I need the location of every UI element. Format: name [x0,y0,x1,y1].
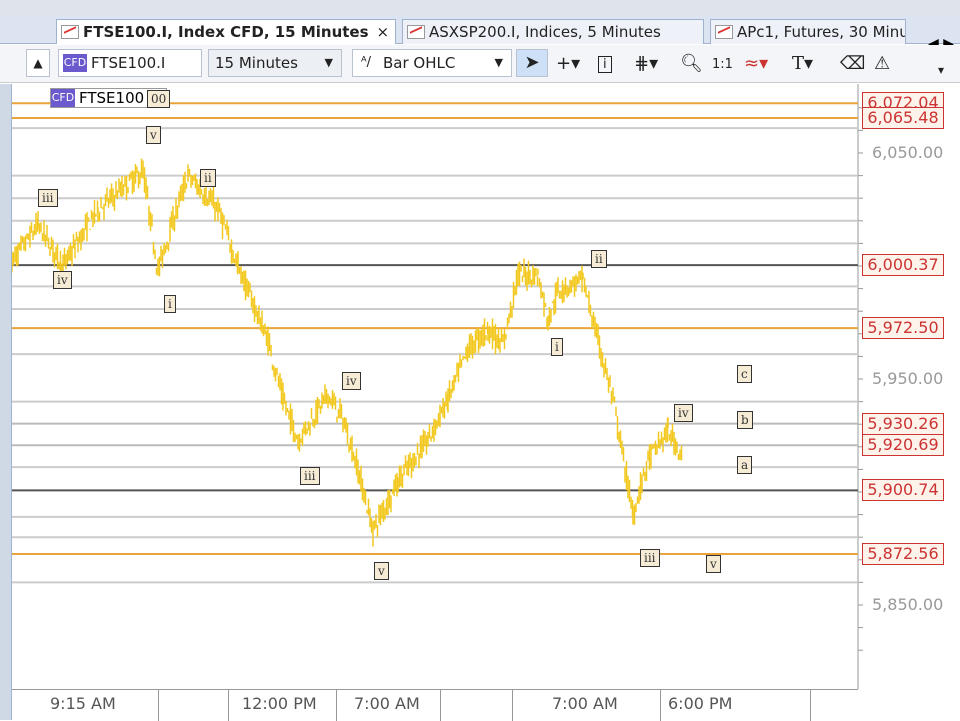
indicator-icon[interactable]: ≈▾ [744,53,768,74]
price-level-label[interactable]: 5,930.26 [862,412,944,435]
price-level-label[interactable]: 6,065.48 [862,107,944,129]
price-level-label[interactable]: 5,872.56 [862,543,944,565]
tab-asxsp200[interactable]: ASXSP200.I, Indices, 5 Minutes [402,19,704,44]
y-tick-label: 6,050.00 [872,143,944,162]
chevron-down-icon: ▼ [494,56,503,69]
cfd-badge: CFD [63,54,87,72]
wave-label[interactable]: i [551,338,563,357]
chart-type-value: Bar OHLC [383,54,456,72]
interval-select[interactable]: 15 Minutes ▼ [208,49,342,77]
text-icon[interactable]: T▾ [792,53,813,74]
chart-toolbar: ▲ CFD FTSE100.I 15 Minutes ▼ ᴬ/Bar OHLC ▼ ➤… [0,45,960,83]
wave-label[interactable]: iv [53,270,72,289]
legend-symbol: FTSE100 [79,89,145,107]
axis-separator [660,690,661,721]
axis-separator [336,690,337,721]
symbol-value: FTSE100.I [91,54,166,72]
bar-chart-icon: ᴬ/ [361,55,371,70]
left-edge-panel [0,84,12,720]
x-tick-label: 6:00 PM [668,694,733,713]
wave-label[interactable]: ii [591,250,607,269]
wave-label[interactable]: c [737,365,752,384]
axis-separator [810,690,811,721]
alert-icon[interactable]: ⚠ [874,53,890,74]
tab-label: APc1, Futures, 30 Minutes [737,23,905,41]
cfd-badge: CFD [51,89,75,107]
zoom-icon[interactable]: 🔍︎ [680,53,703,74]
wave-label[interactable]: i [164,295,176,314]
axis-separator [440,690,441,721]
chart-type-select[interactable]: ᴬ/Bar OHLC ▼ [352,49,512,77]
chevron-down-icon: ▼ [324,56,333,69]
axis-separator [512,690,513,721]
time-axis: 9:15 AM 12:00 PM 7:00 AM 7:00 AM 6:00 PM [12,689,858,721]
eraser-icon[interactable]: ⌫ [840,53,865,74]
collapse-icon[interactable]: ▲ [26,49,50,77]
wave-label[interactable]: iii [38,189,58,208]
tab-label: FTSE100.I, Index CFD, 15 Minutes [83,23,369,41]
crosshair-icon[interactable]: +▾ [556,53,580,74]
tab-ftse100[interactable]: FTSE100.I, Index CFD, 15 Minutes × [56,19,396,44]
wave-label[interactable]: v [146,125,161,144]
one-to-one-icon[interactable]: 1:1 [712,57,733,72]
price-level-label[interactable]: 6,000.37 [862,254,944,277]
wave-label[interactable]: a [737,455,753,474]
wave-label[interactable]: ii [200,168,216,187]
grid-icon[interactable]: ⋕▾ [634,53,658,74]
x-tick-label: 7:00 AM [354,694,420,713]
x-tick-label: 12:00 PM [242,694,317,713]
x-tick-label: 7:00 AM [552,694,618,713]
close-icon[interactable]: × [377,23,390,41]
price-level-label[interactable]: 5,900.74 [862,479,944,502]
chart-tabs: FTSE100.I, Index CFD, 15 Minutes × ASXSP2… [0,16,960,52]
axis-separator [158,690,159,721]
wave-label[interactable]: v [706,555,721,574]
y-tick-label: 5,850.00 [872,595,944,614]
axis-separator [228,690,229,721]
wave-label[interactable]: iv [342,372,361,391]
chart-icon [715,25,733,39]
wave-label[interactable]: iii [640,548,660,567]
chart-icon [407,25,425,39]
wave-label[interactable]: 00 [147,89,171,108]
x-tick-label: 9:15 AM [50,694,116,713]
wave-label[interactable]: iii [300,467,320,486]
overflow-icon[interactable]: ▾ [938,63,944,77]
info-icon[interactable]: i [598,56,612,73]
price-level-label[interactable]: 5,920.69 [862,434,944,457]
wave-label[interactable]: iv [674,403,693,422]
price-level-label[interactable]: 5,972.50 [862,317,944,340]
price-chart[interactable] [12,84,960,689]
wave-label[interactable]: b [737,410,753,429]
tab-apc1[interactable]: APc1, Futures, 30 Minutes [710,19,906,44]
interval-value: 15 Minutes [215,54,298,72]
window-top-strip [0,0,960,16]
pointer-icon[interactable]: ➤ [516,49,548,77]
wave-label[interactable]: v [374,562,389,581]
chart-icon [61,25,79,39]
symbol-input[interactable]: CFD FTSE100.I [58,49,202,77]
y-tick-label: 5,950.00 [872,369,944,388]
tab-label: ASXSP200.I, Indices, 5 Minutes [429,23,661,41]
